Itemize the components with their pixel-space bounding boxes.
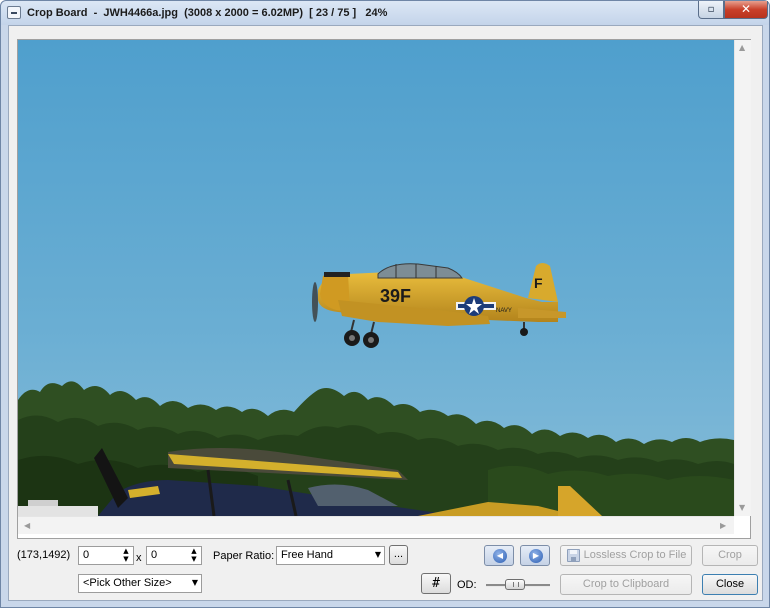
title-bar[interactable]: Crop Board - JWH4466a.jpg (3008 x 2000 =… xyxy=(1,1,769,25)
close-window-button[interactable]: ✕ xyxy=(724,1,768,19)
next-image-button[interactable]: ▶ xyxy=(520,545,550,566)
window-menu-icon[interactable] xyxy=(7,6,21,19)
image-viewport: 39F F NAVY ▲ ▼ ◀ ▶ xyxy=(17,39,751,539)
chevron-down-icon[interactable]: ▼ xyxy=(375,550,381,559)
window-title: Crop Board - JWH4466a.jpg (3008 x 2000 =… xyxy=(27,7,388,19)
vertical-scrollbar[interactable]: ▲ ▼ xyxy=(734,40,751,516)
skip-forward-icon: ▶ xyxy=(529,549,543,563)
skip-back-icon: ◀ xyxy=(493,549,507,563)
paper-ratio-value: Free Hand xyxy=(281,549,333,561)
paper-ratio-more-button[interactable]: ... xyxy=(389,545,408,565)
airplane-photo[interactable]: 39F F NAVY xyxy=(18,40,734,516)
dialog-client-area: 39F F NAVY ▲ ▼ ◀ ▶ (173,1492) 0 ▲ ▼ x 0 … xyxy=(8,25,763,601)
scroll-down-arrow[interactable]: ▼ xyxy=(739,503,745,512)
lossless-crop-button[interactable]: Lossless Crop to File xyxy=(560,545,692,566)
crop-to-clipboard-button[interactable]: Crop to Clipboard xyxy=(560,574,692,595)
hangar-roof xyxy=(18,506,98,516)
tail-letter: F xyxy=(534,275,543,291)
crop-width-stepper[interactable]: 0 ▲ ▼ xyxy=(78,546,134,565)
od-slider-handle[interactable] xyxy=(505,579,525,590)
height-up-arrow[interactable]: ▲ xyxy=(189,547,199,555)
crop-button[interactable]: Crop xyxy=(702,545,758,566)
save-disk-icon xyxy=(567,549,580,562)
times-sign: x xyxy=(136,552,142,564)
restore-button[interactable]: ▫ xyxy=(698,1,724,19)
height-down-arrow[interactable]: ▼ xyxy=(189,555,199,563)
other-size-value: <Pick Other Size> xyxy=(83,577,172,589)
grid-icon: # xyxy=(432,576,440,591)
horizontal-scrollbar[interactable]: ◀ ▶ xyxy=(18,516,734,534)
scroll-up-arrow[interactable]: ▲ xyxy=(739,43,745,52)
scroll-right-arrow[interactable]: ▶ xyxy=(720,521,726,530)
photo-canvas[interactable]: 39F F NAVY xyxy=(18,40,734,516)
lossless-crop-label: Lossless Crop to File xyxy=(583,549,687,561)
crop-height-value: 0 xyxy=(151,549,158,561)
crop-height-stepper[interactable]: 0 ▲ ▼ xyxy=(146,546,202,565)
navy-marking: NAVY xyxy=(496,308,512,314)
od-label: OD: xyxy=(457,579,477,591)
cursor-coordinates: (173,1492) xyxy=(17,549,71,561)
scroll-left-arrow[interactable]: ◀ xyxy=(24,521,30,530)
grid-toggle-button[interactable]: # xyxy=(421,573,451,594)
crop-width-value: 0 xyxy=(83,549,90,561)
width-down-arrow[interactable]: ▼ xyxy=(121,555,131,563)
height-spin-arrows[interactable]: ▲ ▼ xyxy=(189,547,199,564)
width-up-arrow[interactable]: ▲ xyxy=(121,547,131,555)
fuselage-code: 39F xyxy=(380,286,411,306)
paper-ratio-label: Paper Ratio: xyxy=(213,550,275,562)
crop-board-window: Crop Board - JWH4466a.jpg (3008 x 2000 =… xyxy=(0,0,770,608)
paper-ratio-select[interactable]: Free Hand ▼ xyxy=(276,546,385,565)
close-button[interactable]: Close xyxy=(702,574,758,595)
chevron-down-icon[interactable]: ▼ xyxy=(192,578,198,587)
other-size-select[interactable]: <Pick Other Size> ▼ xyxy=(78,574,202,593)
previous-image-button[interactable]: ◀ xyxy=(484,545,514,566)
width-spin-arrows[interactable]: ▲ ▼ xyxy=(121,547,131,564)
